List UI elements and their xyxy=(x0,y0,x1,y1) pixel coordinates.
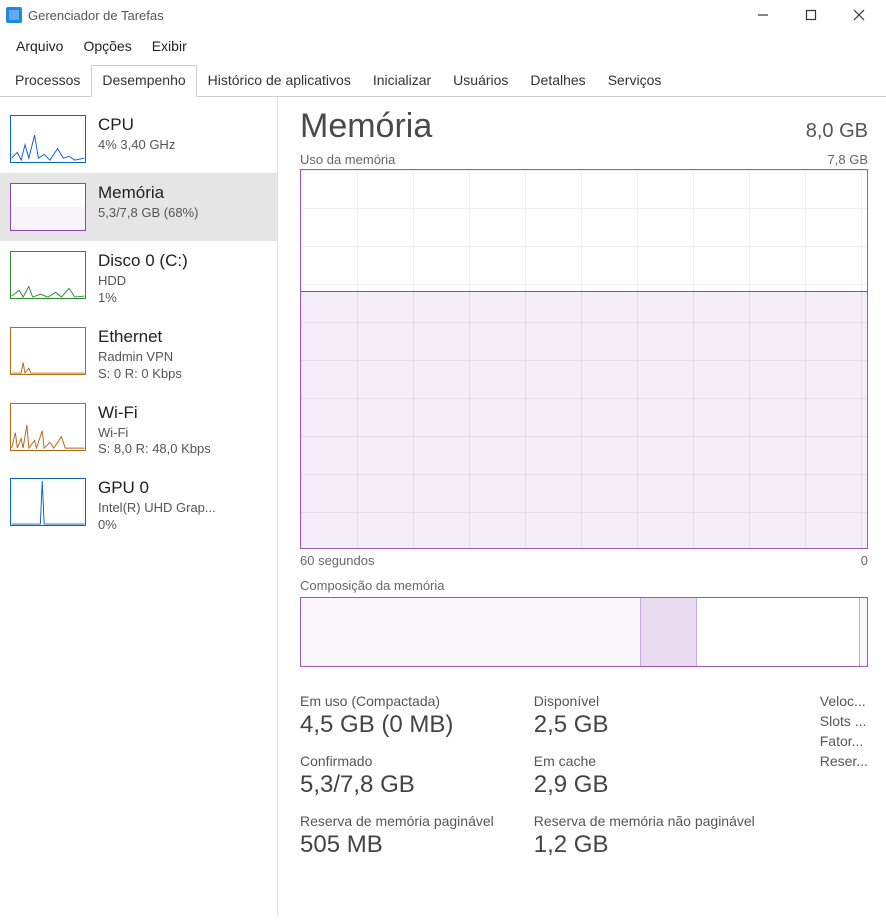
chart-x-left: 60 segundos xyxy=(300,553,374,568)
stat-avail-val: 2,5 GB xyxy=(534,711,755,739)
chart-label: Uso da memória xyxy=(300,152,395,167)
page-title: Memória xyxy=(300,107,432,146)
disk-thumb-icon xyxy=(10,251,86,299)
gpu-thumb-icon xyxy=(10,478,86,526)
sidebar-wifi-sub2: S: 8,0 R: 48,0 Kbps xyxy=(98,441,211,458)
tab-performance[interactable]: Desempenho xyxy=(91,65,196,97)
minimize-button[interactable] xyxy=(740,0,786,30)
ethernet-thumb-icon xyxy=(10,327,86,375)
sidebar-gpu-sub1: Intel(R) UHD Grap... xyxy=(98,500,216,517)
cpu-thumb-icon xyxy=(10,115,86,163)
stat-nonpaged-label: Reserva de memória não paginável xyxy=(534,813,755,829)
comp-standby-free xyxy=(697,598,858,666)
memory-composition-chart xyxy=(300,597,868,667)
sidebar-item-cpu[interactable]: CPU 4% 3,40 GHz xyxy=(0,105,277,173)
composition-label: Composição da memória xyxy=(300,578,868,593)
menu-options[interactable]: Opções xyxy=(75,34,139,58)
menu-view[interactable]: Exibir xyxy=(144,34,195,58)
comp-inuse xyxy=(301,598,641,666)
sidebar-disk-sub1: HDD xyxy=(98,273,188,290)
sidebar-memory-sub: 5,3/7,8 GB (68%) xyxy=(98,205,198,222)
stat-paged-val: 505 MB xyxy=(300,831,494,859)
comp-reserved xyxy=(859,598,867,666)
memory-total: 8,0 GB xyxy=(806,120,868,143)
sidebar: CPU 4% 3,40 GHz Memória 5,3/7,8 GB (68%)… xyxy=(0,97,278,917)
menubar: Arquivo Opções Exibir xyxy=(0,30,886,64)
sidebar-eth-title: Ethernet xyxy=(98,327,182,347)
tab-details[interactable]: Detalhes xyxy=(519,65,596,97)
tab-startup[interactable]: Inicializar xyxy=(362,65,442,97)
hw-reserved: Reser... xyxy=(820,753,868,769)
wifi-thumb-icon xyxy=(10,403,86,451)
sidebar-memory-title: Memória xyxy=(98,183,198,203)
chart-max: 7,8 GB xyxy=(828,152,868,167)
tab-services[interactable]: Serviços xyxy=(597,65,673,97)
comp-modified xyxy=(641,598,698,666)
memory-fill xyxy=(301,291,867,548)
menu-file[interactable]: Arquivo xyxy=(8,34,71,58)
sidebar-cpu-sub: 4% 3,40 GHz xyxy=(98,137,175,154)
hw-slots: Slots ... xyxy=(820,713,868,729)
sidebar-item-ethernet[interactable]: Ethernet Radmin VPN S: 0 R: 0 Kbps xyxy=(0,317,277,393)
stat-nonpaged-val: 1,2 GB xyxy=(534,831,755,859)
sidebar-item-gpu[interactable]: GPU 0 Intel(R) UHD Grap... 0% xyxy=(0,468,277,544)
main-panel: Memória 8,0 GB Uso da memória 7,8 GB 60 … xyxy=(278,97,886,917)
sidebar-wifi-sub1: Wi-Fi xyxy=(98,425,211,442)
sidebar-item-memory[interactable]: Memória 5,3/7,8 GB (68%) xyxy=(0,173,277,241)
sidebar-item-wifi[interactable]: Wi-Fi Wi-Fi S: 8,0 R: 48,0 Kbps xyxy=(0,393,277,469)
memory-thumb-icon xyxy=(10,183,86,231)
sidebar-gpu-sub2: 0% xyxy=(98,517,216,534)
stat-commit-val: 5,3/7,8 GB xyxy=(300,771,494,799)
close-button[interactable] xyxy=(836,0,882,30)
sidebar-cpu-title: CPU xyxy=(98,115,175,135)
memory-stats: Em uso (Compactada) 4,5 GB (0 MB) Confir… xyxy=(300,693,868,873)
stat-commit-label: Confirmado xyxy=(300,753,494,769)
window-title: Gerenciador de Tarefas xyxy=(28,8,164,23)
tabs: Processos Desempenho Histórico de aplica… xyxy=(0,64,886,97)
sidebar-wifi-title: Wi-Fi xyxy=(98,403,211,423)
stat-avail-label: Disponível xyxy=(534,693,755,709)
hw-speed: Veloc... xyxy=(820,693,868,709)
stat-paged-label: Reserva de memória paginável xyxy=(300,813,494,829)
chart-x-right: 0 xyxy=(861,553,868,568)
memory-hw-info: Veloc... Slots ... Fator... Reser... xyxy=(820,693,868,873)
app-icon xyxy=(6,7,22,23)
sidebar-eth-sub2: S: 0 R: 0 Kbps xyxy=(98,366,182,383)
stat-inuse-label: Em uso (Compactada) xyxy=(300,693,494,709)
tab-users[interactable]: Usuários xyxy=(442,65,519,97)
stat-inuse-val: 4,5 GB (0 MB) xyxy=(300,711,494,739)
sidebar-gpu-title: GPU 0 xyxy=(98,478,216,498)
tab-apphistory[interactable]: Histórico de aplicativos xyxy=(197,65,362,97)
tab-processes[interactable]: Processos xyxy=(4,65,91,97)
maximize-button[interactable] xyxy=(788,0,834,30)
stat-cache-val: 2,9 GB xyxy=(534,771,755,799)
sidebar-eth-sub1: Radmin VPN xyxy=(98,349,182,366)
memory-usage-chart xyxy=(300,169,868,549)
sidebar-disk-sub2: 1% xyxy=(98,290,188,307)
sidebar-disk-title: Disco 0 (C:) xyxy=(98,251,188,271)
sidebar-item-disk[interactable]: Disco 0 (C:) HDD 1% xyxy=(0,241,277,317)
titlebar: Gerenciador de Tarefas xyxy=(0,0,886,30)
stat-cache-label: Em cache xyxy=(534,753,755,769)
hw-form: Fator... xyxy=(820,733,868,749)
